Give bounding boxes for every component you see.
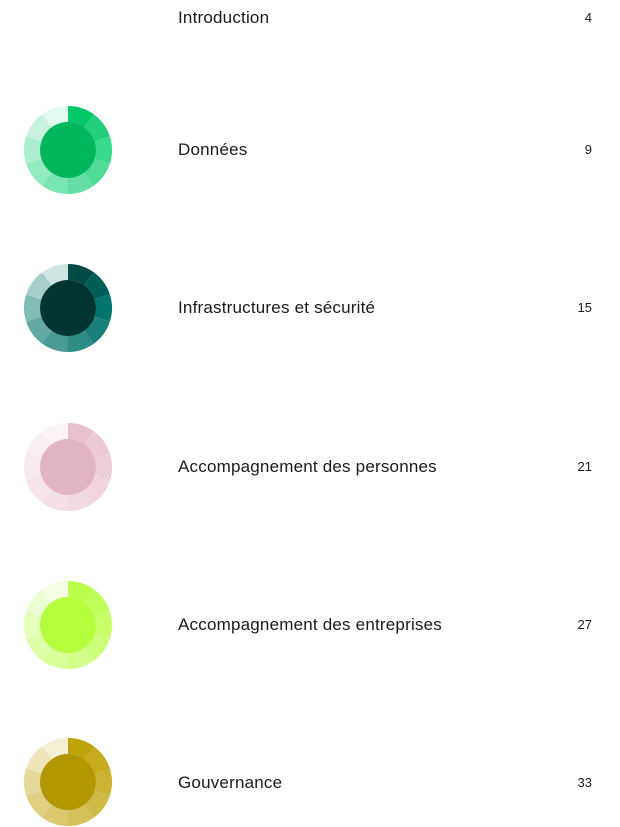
emblem-core [40,122,96,178]
entreprises-emblem-icon [23,580,113,670]
toc-entry-title[interactable]: Accompagnement des entreprises [178,615,442,635]
toc-entry-page-number[interactable]: 33 [578,773,592,793]
toc-entry-gouvernance[interactable]: Gouvernance 33 [0,0,620,826]
donnees-emblem-icon [23,105,113,195]
emblem-core [40,439,96,495]
emblem-core [40,754,96,810]
toc-entry-page-number[interactable]: 9 [585,140,592,160]
personnes-emblem-icon [23,422,113,512]
infrastructures-emblem-icon [23,263,113,353]
toc-entry-page-number[interactable]: 21 [578,457,592,477]
toc-entry-page-number[interactable]: 15 [578,298,592,318]
gouvernance-emblem-icon [23,737,113,827]
toc-entry-title[interactable]: Gouvernance [178,773,282,793]
emblem-core [40,597,96,653]
toc-entry-title[interactable]: Infrastructures et sécurité [178,298,375,318]
toc-entry-page-number[interactable]: 27 [578,615,592,635]
toc-entry-title[interactable]: Données [178,140,247,160]
emblem-core [40,280,96,336]
toc-entry-title[interactable]: Accompagnement des personnes [178,457,437,477]
